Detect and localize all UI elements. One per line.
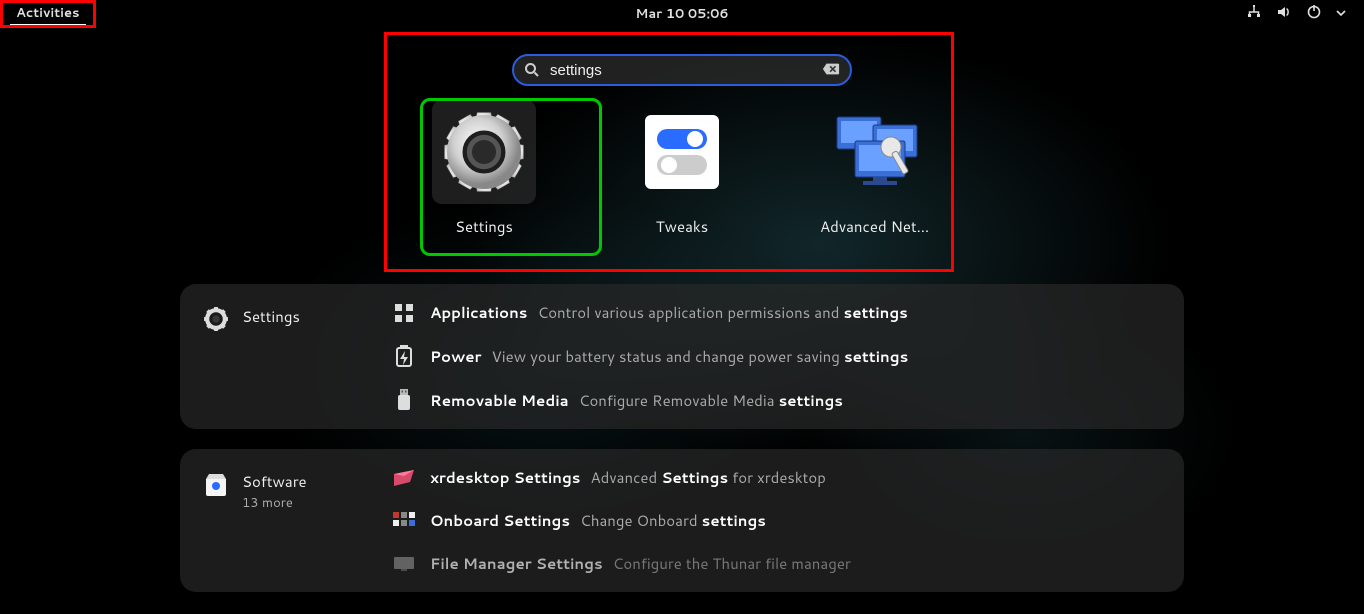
result-xrdesktop[interactable]: xrdesktop Settings Advanced Settings for…: [392, 467, 1162, 488]
gear-icon: [441, 109, 527, 195]
result-desc: View your battery status and change powe…: [492, 346, 909, 367]
network-icon: [1246, 4, 1262, 25]
tweaks-icon: [641, 111, 723, 193]
result-removable-media[interactable]: Removable Media Configure Removable Medi…: [392, 389, 1162, 411]
result-title: xrdesktop Settings: [430, 467, 580, 488]
top-bar: Activities Mar 10 05:06: [0, 0, 1364, 28]
app-label: Tweaks: [656, 216, 708, 237]
system-status-area[interactable]: [1246, 4, 1354, 25]
volume-icon: [1276, 4, 1292, 25]
result-onboard[interactable]: Onboard Settings Change Onboard settings: [392, 510, 1162, 531]
result-panel-settings: Settings Applications Control various ap…: [180, 284, 1184, 429]
usb-icon: [396, 389, 412, 411]
search-icon: [524, 62, 540, 78]
clock[interactable]: Mar 10 05:06: [635, 5, 728, 23]
result-title: File Manager Settings: [430, 553, 603, 574]
result-title: Onboard Settings: [430, 510, 570, 531]
result-power[interactable]: Power View your battery status and chang…: [392, 345, 1162, 367]
panel-provider-title: Settings: [242, 306, 300, 327]
app-advanced-network[interactable]: Advanced Netw…: [820, 100, 940, 237]
activities-button[interactable]: Activities: [10, 2, 86, 26]
network-config-icon: [833, 111, 927, 193]
search-input[interactable]: [550, 62, 812, 79]
app-label: Advanced Netw…: [820, 216, 940, 237]
result-title: Removable Media: [430, 390, 569, 411]
chevron-down-icon: [1336, 5, 1346, 23]
keyboard-grid-icon: [393, 512, 415, 530]
apps-grid-icon: [394, 303, 414, 323]
clear-search-button[interactable]: [822, 59, 840, 82]
result-desc: Change Onboard settings: [580, 510, 766, 531]
result-title: Applications: [430, 302, 527, 323]
app-tweaks[interactable]: Tweaks: [622, 100, 742, 237]
app-settings[interactable]: Settings: [424, 100, 544, 237]
result-panel-software: Software 13 more xrdesktop Settings Adva…: [180, 449, 1184, 592]
result-desc: Advanced Settings for xrdesktop: [591, 467, 826, 488]
app-results-row: Settings Tweaks: [424, 100, 940, 237]
result-desc: Control various application permissions …: [538, 302, 908, 323]
power-icon: [1306, 4, 1322, 25]
panel-provider-title: Software: [242, 471, 307, 492]
panel-provider-settings[interactable]: Settings: [202, 302, 392, 411]
battery-icon: [394, 345, 414, 367]
emblem-icon: [393, 470, 415, 486]
result-desc: Configure the Thunar file manager: [613, 553, 851, 574]
shopping-bag-icon: [203, 471, 229, 497]
monitor-icon: [393, 556, 415, 572]
result-file-manager[interactable]: File Manager Settings Configure the Thun…: [392, 553, 1162, 574]
result-title: Power: [430, 346, 481, 367]
overview-search[interactable]: [512, 54, 852, 86]
app-label: Settings: [455, 216, 513, 237]
panel-provider-more: 13 more: [242, 494, 307, 512]
result-desc: Configure Removable Media settings: [579, 390, 843, 411]
panel-provider-software[interactable]: Software 13 more: [202, 467, 392, 574]
result-applications[interactable]: Applications Control various application…: [392, 302, 1162, 323]
gear-icon: [203, 306, 229, 332]
backspace-icon: [822, 62, 840, 76]
